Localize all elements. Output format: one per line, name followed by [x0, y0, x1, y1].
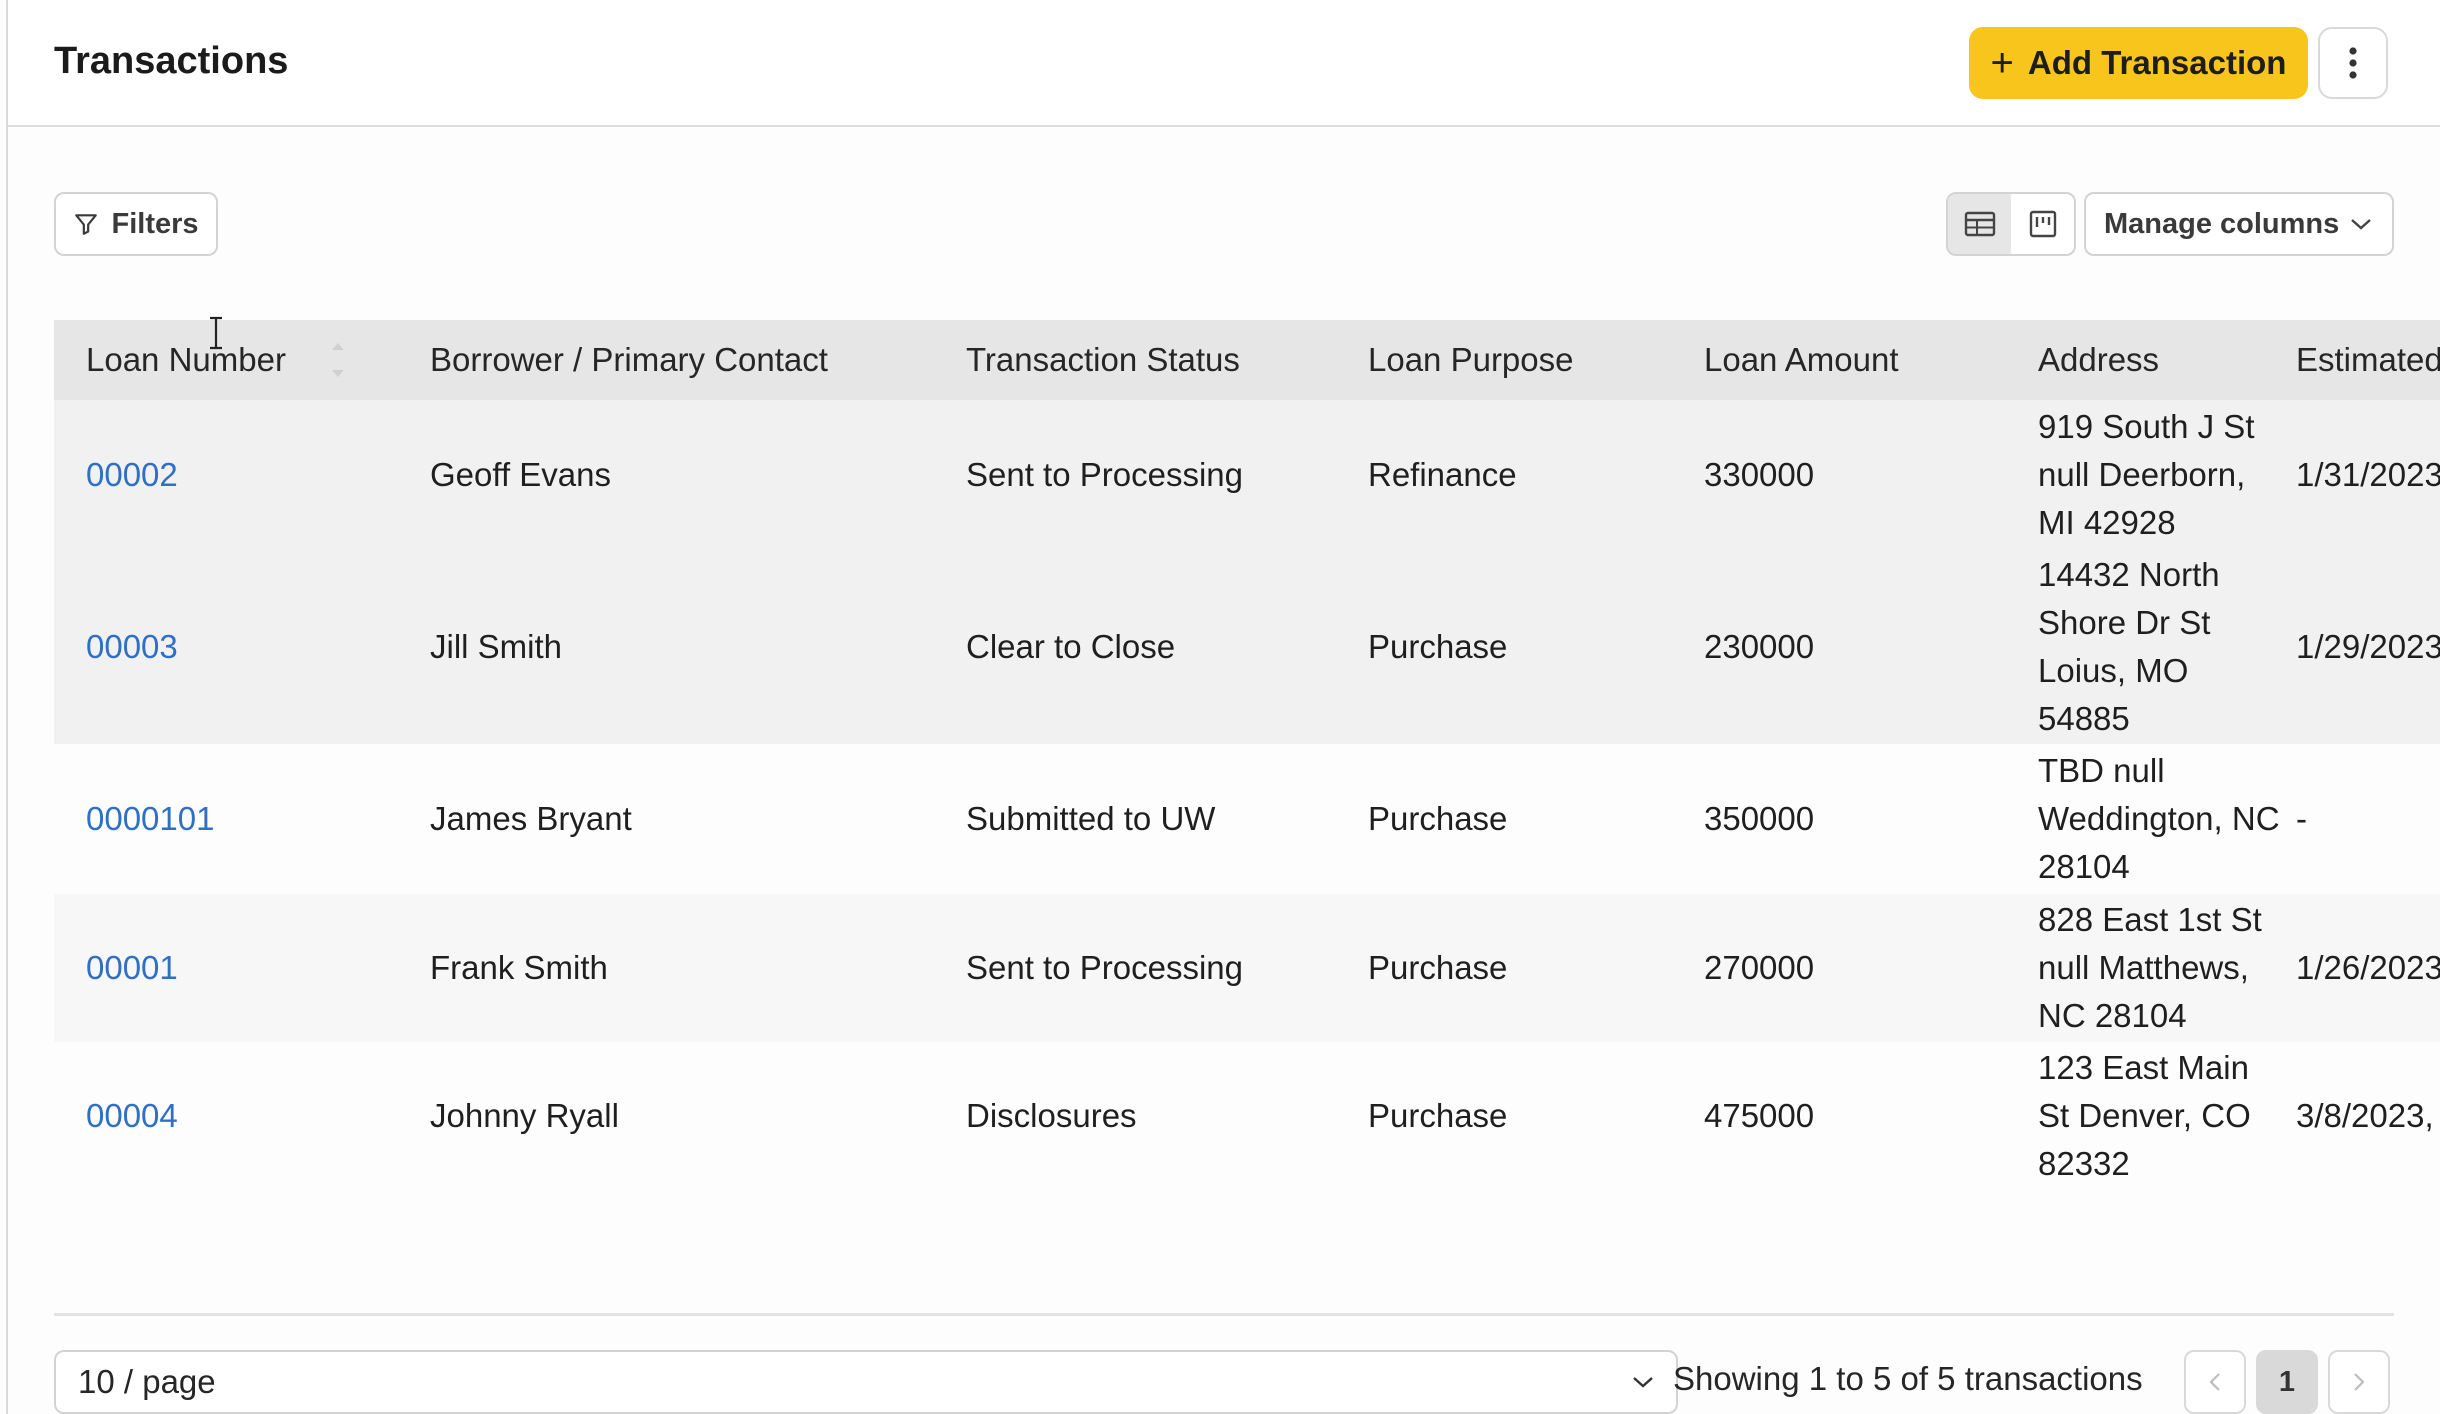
add-transaction-button[interactable]: + Add Transaction	[1969, 27, 2308, 99]
table-view-icon	[1964, 211, 1995, 237]
manage-columns-dropdown[interactable]: Manage columns	[2084, 192, 2394, 256]
estimated-cell: 1/29/2023	[2296, 628, 2440, 665]
chevron-down-icon	[2351, 219, 2371, 230]
add-transaction-label: Add Transaction	[2027, 44, 2287, 81]
view-toggle	[1946, 192, 2076, 256]
column-header-amount[interactable]: Loan Amount	[1704, 320, 1899, 400]
table-row[interactable]: 00004 Johnny Ryall Disclosures Purchase …	[54, 1042, 2440, 1190]
amount-cell: 330000	[1704, 456, 1815, 493]
prev-page-button[interactable]	[2184, 1350, 2246, 1414]
loan-number-link[interactable]: 00002	[86, 400, 178, 550]
estimated-cell: 3/8/2023,	[2296, 1097, 2434, 1134]
status-cell: Submitted to UW	[966, 800, 1216, 837]
status-cell: Sent to Processing	[966, 456, 1243, 493]
address-cell: 123 East Main St Denver, CO 82332	[2038, 1049, 2251, 1182]
loan-number-link[interactable]: 00004	[86, 1042, 178, 1190]
borrower-cell: Geoff Evans	[430, 456, 612, 493]
filter-icon	[75, 214, 98, 235]
table-header: Loan Number Borrower / Primary Contact T…	[54, 320, 2440, 400]
purpose-cell: Purchase	[1368, 800, 1508, 837]
table-row[interactable]: 00003 Jill Smith Clear to Close Purchase…	[54, 550, 2440, 744]
column-header-address[interactable]: Address	[2038, 320, 2159, 400]
borrower-cell: Frank Smith	[430, 949, 608, 986]
page-size-select[interactable]: 10 / page	[54, 1350, 1678, 1414]
column-header-status[interactable]: Transaction Status	[966, 320, 1240, 400]
address-cell: 919 South J St null Deerborn, MI 42928	[2038, 408, 2255, 541]
amount-cell: 230000	[1704, 628, 1815, 665]
plus-icon: +	[1990, 41, 2014, 85]
estimated-cell: 1/26/2023	[2296, 949, 2440, 986]
table-view-button[interactable]	[1948, 194, 2011, 254]
purpose-cell: Purchase	[1368, 628, 1508, 665]
borrower-cell: Johnny Ryall	[430, 1097, 619, 1134]
chevron-down-icon	[1633, 1377, 1653, 1388]
status-cell: Sent to Processing	[966, 949, 1243, 986]
address-cell: 14432 North Shore Dr St Loius, MO 54885	[2038, 556, 2220, 737]
borrower-cell: Jill Smith	[430, 628, 563, 665]
address-cell: 828 East 1st St null Matthews, NC 28104	[2038, 901, 2262, 1034]
filters-button[interactable]: Filters	[54, 192, 218, 256]
column-header-loan-number[interactable]: Loan Number	[86, 320, 286, 400]
estimated-cell: 1/31/2023	[2296, 456, 2440, 493]
purpose-cell: Refinance	[1368, 456, 1517, 493]
chevron-right-icon	[2354, 1373, 2365, 1391]
table-row[interactable]: 0000101 James Bryant Submitted to UW Pur…	[54, 744, 2440, 894]
more-vertical-icon	[2349, 47, 2357, 79]
loan-number-link[interactable]: 0000101	[86, 744, 214, 894]
amount-cell: 270000	[1704, 949, 1815, 986]
text-cursor-icon	[210, 316, 222, 350]
chevron-left-icon	[2209, 1373, 2220, 1391]
next-page-button[interactable]	[2328, 1350, 2390, 1414]
column-header-purpose[interactable]: Loan Purpose	[1368, 320, 1574, 400]
amount-cell: 475000	[1704, 1097, 1815, 1134]
loan-number-link[interactable]: 00001	[86, 894, 178, 1042]
page-size-value: 10 / page	[78, 1363, 216, 1400]
estimated-cell: -	[2296, 800, 2307, 837]
page-header: Transactions + Add Transaction	[8, 0, 2440, 127]
filters-label: Filters	[111, 207, 199, 240]
board-view-icon	[2029, 210, 2056, 238]
amount-cell: 350000	[1704, 800, 1815, 837]
status-cell: Clear to Close	[966, 628, 1176, 665]
column-header-estimated[interactable]: Estimated	[2296, 320, 2440, 400]
transactions-page: Transactions + Add Transaction Filters M…	[6, 0, 2440, 1414]
footer-divider	[54, 1313, 2394, 1316]
transactions-table: Loan Number Borrower / Primary Contact T…	[54, 320, 2440, 1190]
address-cell: TBD null Weddington, NC 28104	[2038, 752, 2280, 885]
table-row[interactable]: 00002 Geoff Evans Sent to Processing Ref…	[54, 400, 2440, 550]
manage-columns-label: Manage columns	[2104, 207, 2340, 240]
column-header-borrower[interactable]: Borrower / Primary Contact	[430, 320, 828, 400]
loan-number-link[interactable]: 00003	[86, 550, 178, 744]
pagination-summary: Showing 1 to 5 of 5 transactions	[1673, 1360, 2143, 1397]
purpose-cell: Purchase	[1368, 949, 1508, 986]
table-row[interactable]: 00001 Frank Smith Sent to Processing Pur…	[54, 894, 2440, 1042]
page-title: Transactions	[54, 40, 289, 82]
borrower-cell: James Bryant	[430, 800, 632, 837]
sort-icon[interactable]	[330, 338, 346, 387]
board-view-button[interactable]	[2011, 194, 2074, 254]
more-options-button[interactable]	[2318, 27, 2388, 99]
page-1-button[interactable]: 1	[2256, 1350, 2318, 1414]
purpose-cell: Purchase	[1368, 1097, 1508, 1134]
status-cell: Disclosures	[966, 1097, 1137, 1134]
